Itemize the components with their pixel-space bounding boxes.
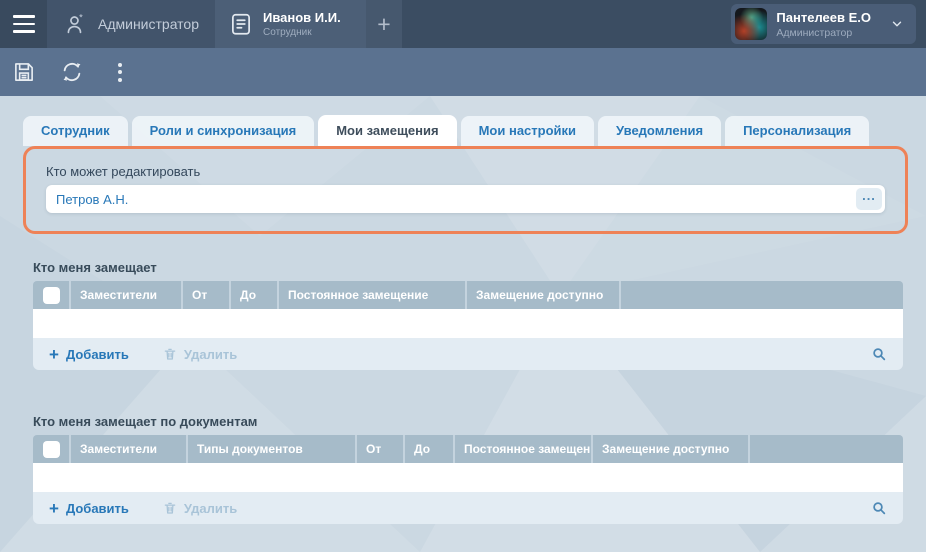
substitutes-table: Заместители От До Постоянное замещение З…	[33, 281, 903, 370]
header-tab-ivanov[interactable]: Иванов И.И. Сотрудник	[215, 0, 366, 48]
select-all-checkbox[interactable]	[43, 441, 60, 458]
chevron-down-icon	[890, 17, 904, 31]
substitutes-table-header: Заместители От До Постоянное замещение З…	[33, 281, 903, 309]
current-user-menu[interactable]: Пантелеев Е.О Администратор	[731, 4, 916, 44]
tab-roli-i-sinhronizaciya[interactable]: Роли и синхронизация	[132, 116, 315, 146]
kebab-menu-icon	[118, 63, 122, 82]
search-icon[interactable]	[871, 500, 887, 516]
delete-button[interactable]: Удалить	[163, 501, 237, 516]
documents-table: Заместители Типы документов От До Постоя…	[33, 435, 903, 524]
tab-uvedomleniya[interactable]: Уведомления	[598, 116, 721, 146]
plus-icon: +	[49, 500, 59, 517]
avatar	[735, 8, 767, 40]
user-name: Пантелеев Е.О	[776, 10, 871, 25]
save-icon	[11, 59, 37, 85]
substitutes-section-title: Кто меня замещает	[33, 260, 926, 275]
hamburger-icon	[13, 15, 35, 18]
header-tab-subtitle: Сотрудник	[263, 27, 341, 38]
delete-button[interactable]: Удалить	[163, 347, 237, 362]
refresh-button[interactable]	[48, 48, 96, 96]
col-postoyannoe-zameshchenie[interactable]: Постоянное замещение	[455, 435, 591, 463]
document-icon	[228, 11, 254, 37]
tab-sotrudnik[interactable]: Сотрудник	[23, 116, 128, 146]
empty-table-row	[33, 309, 903, 338]
user-role: Администратор	[776, 27, 871, 39]
user-star-icon: *	[63, 12, 88, 37]
col-zamestiteli[interactable]: Заместители	[71, 435, 186, 463]
trash-icon	[163, 501, 177, 515]
add-button[interactable]: + Добавить	[49, 346, 129, 363]
header-tab-administrator[interactable]: * Администратор	[47, 0, 215, 48]
substitutes-table-footer: + Добавить Удалить	[33, 338, 903, 370]
col-ot[interactable]: От	[357, 435, 403, 463]
svg-text:*: *	[79, 12, 83, 22]
toolbar	[0, 48, 926, 96]
col-do[interactable]: До	[405, 435, 453, 463]
tab-personalizaciya[interactable]: Персонализация	[725, 116, 869, 146]
who-can-edit-section: Кто может редактировать ...	[23, 146, 908, 234]
col-ot[interactable]: От	[183, 281, 229, 309]
select-all-cell[interactable]	[33, 281, 69, 309]
col-empty	[750, 435, 903, 463]
settings-tab-bar: Сотрудник Роли и синхронизация Мои замещ…	[0, 96, 926, 146]
col-empty	[621, 281, 903, 309]
documents-section-title: Кто меня замещает по документам	[33, 414, 926, 429]
app-window: * Администратор Иванов И.И. Сотрудник +	[0, 0, 926, 552]
refresh-icon	[59, 59, 85, 85]
who-can-edit-label: Кто может редактировать	[46, 164, 895, 179]
top-header: * Администратор Иванов И.И. Сотрудник +	[0, 0, 926, 48]
add-tab-button[interactable]: +	[366, 0, 402, 48]
main-content: Сотрудник Роли и синхронизация Мои замещ…	[0, 96, 926, 552]
col-tipy-dokumentov[interactable]: Типы документов	[188, 435, 355, 463]
plus-icon: +	[377, 11, 390, 38]
tab-moi-zameshcheniya[interactable]: Мои замещения	[318, 115, 456, 146]
col-do[interactable]: До	[231, 281, 277, 309]
documents-table-footer: + Добавить Удалить	[33, 492, 903, 524]
col-zameshchenie-dostupno[interactable]: Замещение доступно	[593, 435, 748, 463]
header-tab-label: Администратор	[98, 16, 199, 32]
plus-icon: +	[49, 346, 59, 363]
tab-moi-nastroyki[interactable]: Мои настройки	[461, 116, 594, 146]
empty-table-row	[33, 463, 903, 492]
save-button[interactable]	[0, 48, 48, 96]
col-zamestiteli[interactable]: Заместители	[71, 281, 181, 309]
header-tab-title: Иванов И.И.	[263, 10, 341, 25]
trash-icon	[163, 347, 177, 361]
add-button[interactable]: + Добавить	[49, 500, 129, 517]
more-actions-button[interactable]	[96, 48, 144, 96]
col-postoyannoe-zameshchenie[interactable]: Постоянное замещение	[279, 281, 465, 309]
select-all-cell[interactable]	[33, 435, 69, 463]
col-zameshchenie-dostupno[interactable]: Замещение доступно	[467, 281, 619, 309]
ellipsis-picker-button[interactable]: ...	[856, 188, 882, 210]
who-can-edit-field[interactable]	[46, 185, 885, 213]
search-icon[interactable]	[871, 346, 887, 362]
documents-table-header: Заместители Типы документов От До Постоя…	[33, 435, 903, 463]
hamburger-menu-button[interactable]	[0, 0, 47, 48]
select-all-checkbox[interactable]	[43, 287, 60, 304]
